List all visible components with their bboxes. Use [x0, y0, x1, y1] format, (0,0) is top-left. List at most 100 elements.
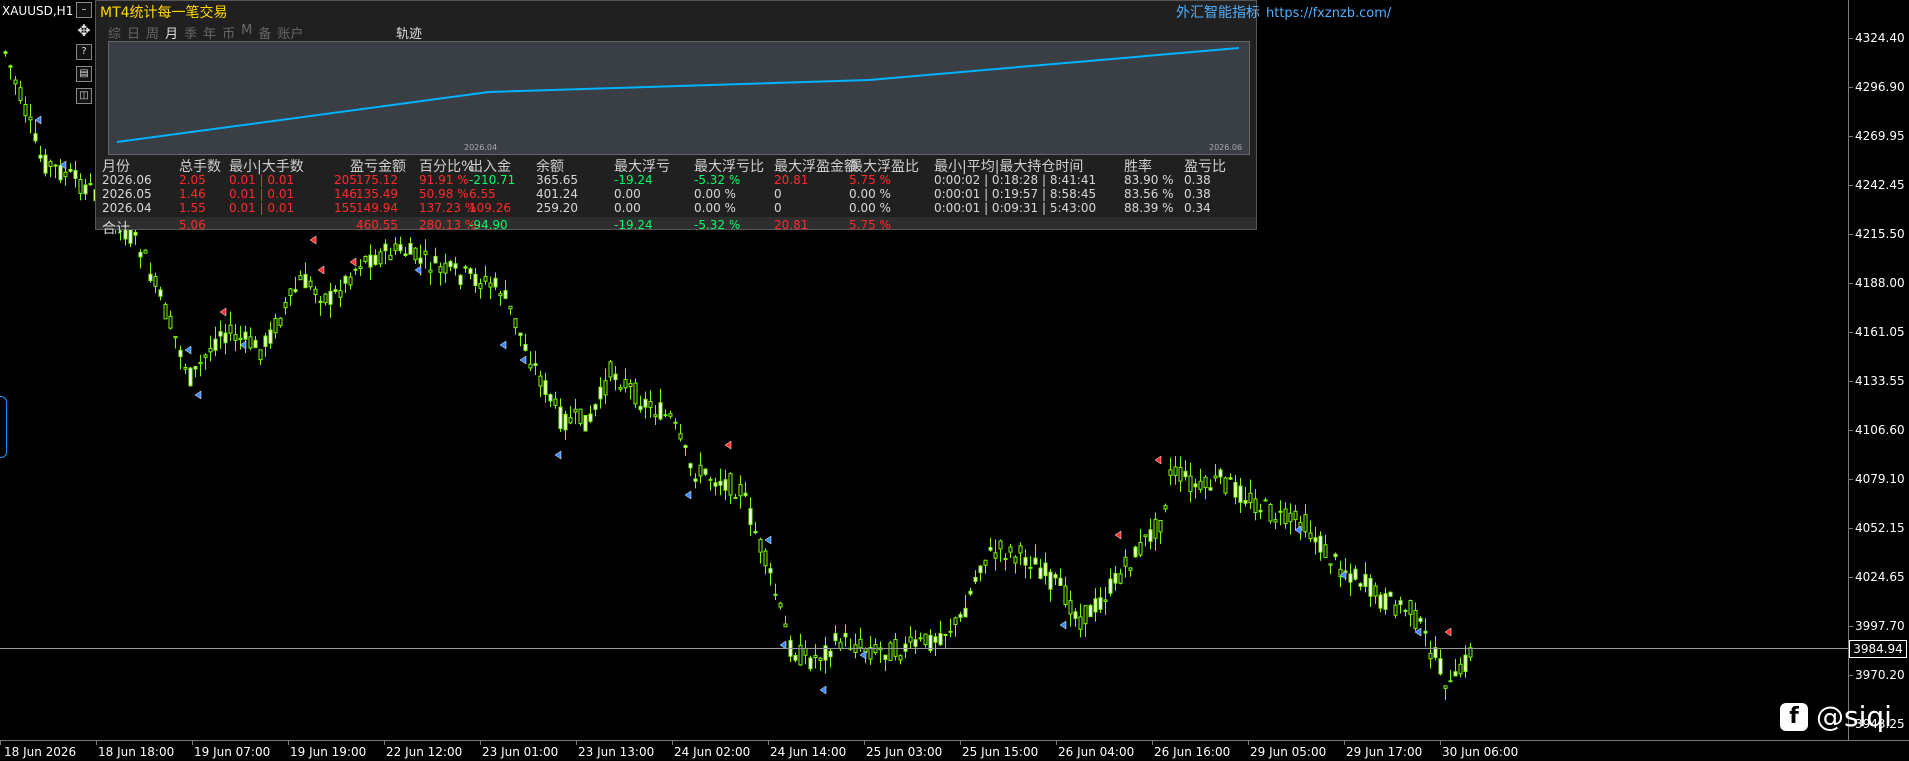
table-icon[interactable]: ▤ [76, 66, 92, 82]
time-tick [192, 741, 193, 745]
candle-body [1273, 519, 1278, 523]
candle-body [1303, 514, 1308, 533]
candle-body [153, 276, 158, 287]
candle-body [1258, 509, 1263, 513]
candle-body [998, 540, 1003, 550]
candle-body [1108, 578, 1113, 594]
candle-body [1138, 541, 1143, 556]
candle-body [1398, 600, 1403, 606]
time-tick [1152, 741, 1153, 745]
total-lots: 5.06 [179, 218, 206, 232]
candle-body [613, 373, 618, 381]
price-label: 4133.55 [1855, 374, 1905, 388]
price-tick [1849, 675, 1853, 676]
candle-body [1088, 604, 1093, 618]
candle-body [1008, 546, 1013, 553]
price-label: 4324.40 [1855, 31, 1905, 45]
tab-7[interactable]: M [241, 23, 252, 41]
candle-body [1223, 477, 1228, 494]
candle-body [1218, 469, 1223, 478]
candle-body [143, 249, 148, 254]
tab-0[interactable]: 综 [108, 23, 121, 42]
minimize-icon[interactable]: – [76, 2, 92, 18]
cell-minmax: 0.01 | 0.01 [229, 187, 295, 201]
candle-body [1083, 605, 1088, 625]
candle-body [598, 386, 603, 400]
candle-body [608, 361, 613, 378]
symbol-label: XAUUSD,H1 [2, 4, 74, 18]
total-pnl: 460.55 [356, 218, 398, 232]
price-label: 3997.70 [1855, 619, 1905, 633]
candle-body [203, 354, 208, 358]
cell-lots: 1.46 [179, 187, 206, 201]
candle-body [393, 243, 398, 252]
price-tick [1849, 234, 1853, 235]
trade-marker [349, 257, 357, 267]
tab-6[interactable]: 币 [222, 23, 235, 42]
candle-body [268, 329, 273, 344]
candle-body [208, 347, 213, 353]
candle-body [553, 398, 558, 406]
candle-body [18, 87, 23, 101]
cell-win: 88.39 % [1124, 201, 1174, 215]
cell-balance: 401.24 [536, 187, 578, 201]
candle-body [1248, 492, 1253, 504]
tab-1[interactable]: 日 [127, 23, 140, 42]
candle-body [173, 336, 178, 339]
chart-icon[interactable]: ◫ [76, 88, 92, 104]
candle-body [1093, 598, 1098, 613]
candle-body [898, 655, 903, 661]
candle-body [1028, 566, 1033, 569]
time-tick [0, 741, 1, 745]
trade-marker [859, 650, 867, 660]
facebook-icon: f [1780, 702, 1808, 731]
total-io: -94.90 [469, 218, 508, 232]
candle-body [253, 339, 258, 349]
candle-body [308, 280, 313, 288]
tab-4[interactable]: 季 [184, 23, 197, 42]
time-label: 23 Jun 01:00 [482, 745, 559, 759]
tab-9[interactable]: 账户 [277, 23, 303, 42]
time-axis[interactable]: 18 Jun 2026 18 Jun 18:00 19 Jun 07:00 19 Ju… [0, 740, 1909, 761]
panel-toolbar: – ✥ ? ▤ ◫ [75, 0, 93, 110]
price-label: 4296.90 [1855, 80, 1905, 94]
candle-body [1263, 499, 1268, 502]
tab-2[interactable]: 周 [146, 23, 159, 42]
price-tick [1849, 283, 1853, 284]
candle-body [1283, 508, 1288, 525]
brand-link[interactable]: 外汇智能指标 https://fxznzb.com/ [1176, 2, 1391, 22]
candle-body [333, 289, 338, 292]
track-button[interactable]: 轨迹 [396, 23, 422, 42]
tab-8[interactable]: 备 [258, 23, 271, 42]
price-label: 4052.15 [1855, 521, 1905, 535]
candle-body [768, 568, 773, 574]
price-axis[interactable]: 4324.40 4296.90 4269.95 4242.45 4215.50 4188.… [1848, 0, 1909, 740]
candle-body [1413, 609, 1418, 629]
trade-marker [317, 265, 325, 275]
side-panel-handle[interactable] [0, 396, 7, 458]
cell-balance: 365.65 [536, 173, 578, 187]
cell-pct: 50.98 % [419, 187, 469, 201]
candle-body [368, 254, 373, 268]
candle-body [1443, 685, 1448, 689]
candle-body [523, 343, 528, 351]
tab-5[interactable]: 年 [203, 23, 216, 42]
tab-3[interactable]: 月 [165, 23, 178, 42]
help-icon[interactable]: ? [76, 44, 92, 60]
candle-body [33, 133, 38, 142]
trade-marker [724, 440, 732, 450]
cell-hold: 0:00:01 | 0:09:31 | 5:43:00 [934, 201, 1097, 215]
price-label: 4024.65 [1855, 570, 1905, 584]
candle-body [723, 479, 728, 491]
trade-marker [1154, 455, 1162, 465]
trade-marker [684, 490, 692, 500]
candle-body [638, 405, 643, 411]
candle-body [363, 255, 368, 262]
price-label: 4106.60 [1855, 423, 1905, 437]
move-icon[interactable]: ✥ [77, 23, 91, 39]
brand-url[interactable]: https://fxznzb.com/ [1266, 6, 1391, 21]
cell-minmax: 0.01 | 0.01 [229, 201, 295, 215]
candle-body [558, 406, 563, 430]
cell-hold: 0:00:02 | 0:18:28 | 8:41:41 [934, 173, 1097, 187]
candle-body [198, 361, 203, 365]
